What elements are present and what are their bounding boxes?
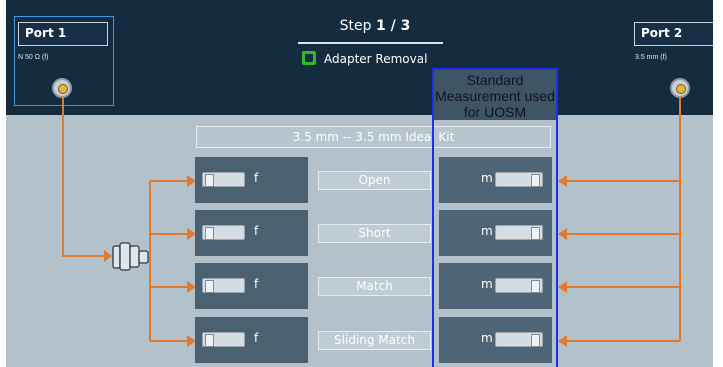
female-standard-short[interactable]: f	[195, 210, 308, 256]
gender-f: f	[254, 224, 259, 238]
gender-m: m	[481, 277, 493, 291]
gender-f: f	[254, 277, 259, 291]
standard-short-label: Short	[318, 224, 431, 243]
adapter-body-icon	[112, 242, 149, 271]
gender-m: m	[481, 171, 493, 185]
uosm-label: Standard Measurement used for UOSM	[435, 72, 555, 120]
female-standard-open[interactable]: f	[195, 157, 308, 203]
female-connector-icon	[202, 332, 245, 347]
male-standard-match[interactable]: m	[439, 263, 552, 309]
standard-open-label: Open	[318, 171, 431, 190]
left-margin	[0, 0, 6, 367]
standard-match-label: Match	[318, 277, 431, 296]
male-connector-icon	[495, 172, 543, 187]
male-connector-icon	[495, 332, 543, 347]
female-standard-match[interactable]: f	[195, 263, 308, 309]
arrow-open-right	[558, 175, 567, 187]
gender-m: m	[481, 224, 493, 238]
female-connector-icon	[202, 278, 245, 293]
gender-f: f	[254, 171, 259, 185]
male-standard-short[interactable]: m	[439, 210, 552, 256]
male-connector-icon	[495, 278, 543, 293]
male-connector-icon	[495, 225, 543, 240]
female-connector-icon	[202, 225, 245, 240]
arrow-match-right	[558, 281, 567, 293]
standard-sliding-match-label: Sliding Match	[318, 331, 431, 350]
port1-link-line	[62, 98, 104, 257]
male-standard-open[interactable]: m	[439, 157, 552, 203]
female-connector-icon	[202, 172, 245, 187]
gender-f: f	[254, 331, 259, 345]
arrow-to-adapter	[104, 250, 112, 262]
gender-m: m	[481, 331, 493, 345]
arrow-short-right	[558, 228, 567, 240]
male-standard-sliding-match[interactable]: m	[439, 317, 552, 363]
female-standard-sliding-match[interactable]: f	[195, 317, 308, 363]
arrow-sliding-right	[558, 335, 567, 347]
right-margin	[713, 0, 723, 367]
